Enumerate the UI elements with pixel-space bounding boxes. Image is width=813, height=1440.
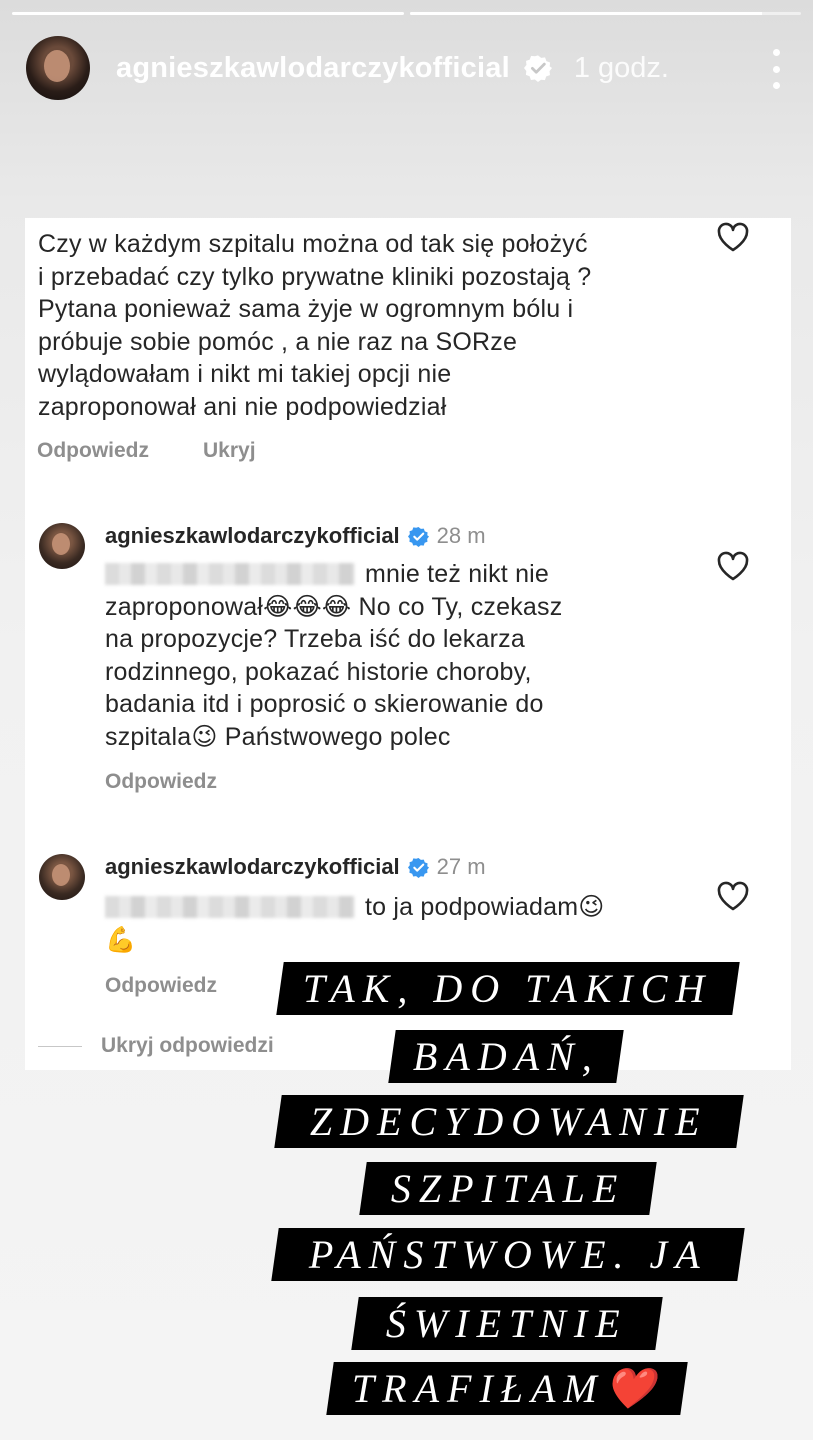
reply-timestamp: 27 m <box>436 854 486 879</box>
like-heart-icon[interactable] <box>716 221 750 253</box>
verified-badge-icon <box>523 55 552 82</box>
story-username[interactable]: agnieszkawlodarczykofficial <box>116 52 510 85</box>
story-progress-segment <box>409 12 801 15</box>
redacted-username <box>105 563 355 585</box>
caption-line: TRAFIŁAM❤️ <box>326 1362 688 1415</box>
wink-emoji: 😉 <box>578 893 605 921</box>
reply-button[interactable]: Odpowiedz <box>105 770 217 794</box>
like-heart-icon[interactable] <box>716 550 750 582</box>
caption-line: SZPITALE <box>359 1162 657 1215</box>
redacted-username <box>105 896 355 918</box>
reply-avatar[interactable] <box>39 523 85 569</box>
reply-header: agnieszkawlodarczykofficial 27 m <box>105 854 486 880</box>
reply-button[interactable]: Odpowiedz <box>105 974 217 998</box>
story-header: agnieszkawlodarczykofficial 1 godz. <box>26 33 783 103</box>
wink-emoji: 😉 <box>191 722 218 751</box>
reply-text: mnie też nikt nie zaproponował😂😂😂 No co … <box>105 560 563 751</box>
caption-line: PAŃSTWOWE. JA <box>271 1228 745 1281</box>
reply-avatar[interactable] <box>39 854 85 900</box>
avatar[interactable] <box>26 36 90 100</box>
like-heart-icon[interactable] <box>716 880 750 912</box>
reply-username[interactable]: agnieszkawlodarczykofficial <box>105 523 400 549</box>
flexed-biceps-emoji: 💪 <box>105 925 137 954</box>
hide-comment-button[interactable]: Ukryj <box>203 439 256 463</box>
story-progress-segment <box>12 12 404 15</box>
story-timestamp: 1 godz. <box>573 51 669 84</box>
reply-text: to ja podpowiadam😉 💪 <box>105 893 605 954</box>
story-progress <box>12 12 801 15</box>
comment-thread-card: Czy w każdym szpitalu można od tak się p… <box>25 218 791 1070</box>
verified-badge-icon <box>407 857 429 878</box>
more-options-icon[interactable] <box>769 49 783 89</box>
verified-badge-icon <box>407 526 429 547</box>
reply-header: agnieszkawlodarczykofficial 28 m <box>105 523 486 549</box>
hide-replies-button[interactable]: Ukryj odpowiedzi <box>38 1034 274 1058</box>
hide-replies-label: Ukryj odpowiedzi <box>101 1034 274 1057</box>
laughing-emoji: 😂😂😂 <box>263 592 352 621</box>
reply-button[interactable]: Odpowiedz <box>37 439 149 463</box>
caption-line: ŚWIETNIE <box>351 1297 663 1350</box>
reply-username[interactable]: agnieszkawlodarczykofficial <box>105 854 400 880</box>
reply-timestamp: 28 m <box>436 523 486 548</box>
comment-text: Czy w każdym szpitalu można od tak się p… <box>38 230 592 421</box>
caption-line: ZDECYDOWANIE <box>274 1095 744 1148</box>
divider <box>38 1045 82 1047</box>
